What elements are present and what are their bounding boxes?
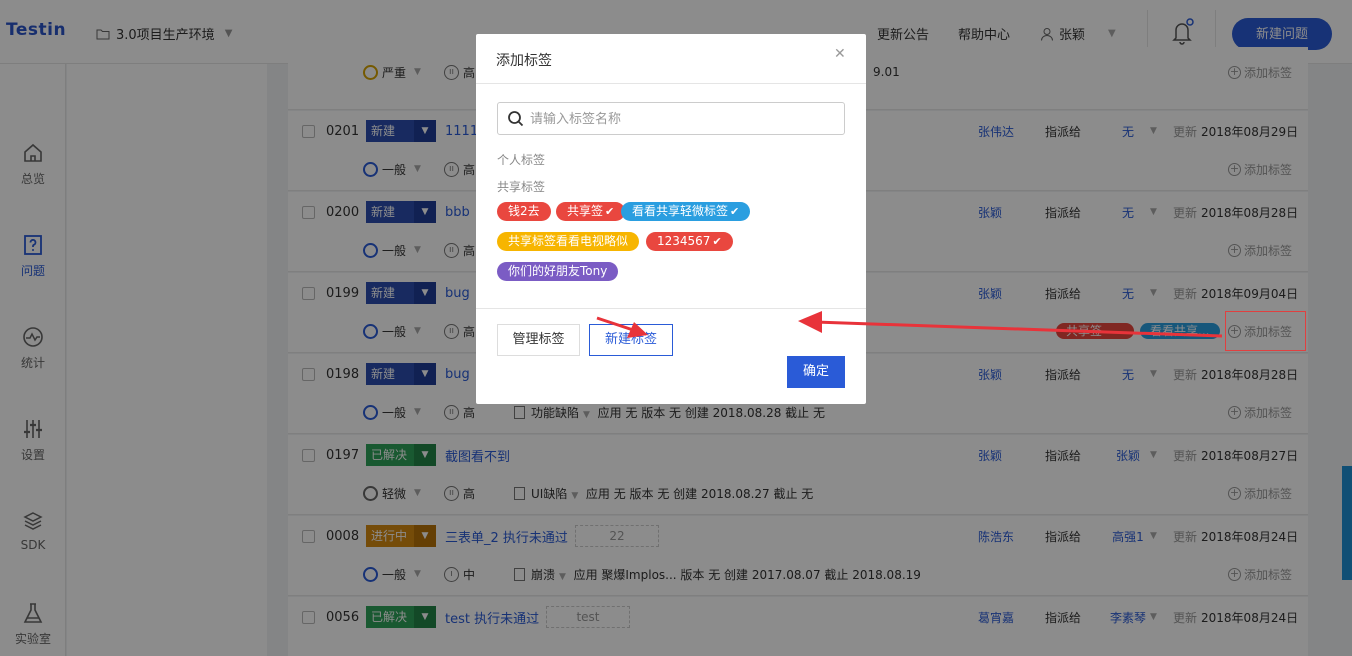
tag-chip[interactable]: 看看共享轻微标签 ✔ xyxy=(621,202,751,221)
tag-search-input[interactable] xyxy=(530,109,830,129)
tag-label: 看看共享轻微标签 xyxy=(632,204,729,218)
check-icon: ✔ xyxy=(605,205,615,218)
tag-chip[interactable]: 1234567 ✔ xyxy=(646,232,733,251)
divider xyxy=(476,308,866,309)
dialog-title: 添加标签 xyxy=(496,53,552,69)
add-tag-dialog: 添加标签 ✕ 个人标签 共享标签 钱2去 共享签✔ 看看共享轻微标签✔ 共享标签… xyxy=(476,34,866,404)
tag-chip[interactable]: 共享标签看看电视略似 xyxy=(497,232,640,251)
divider xyxy=(476,83,866,84)
check-icon: ✔ xyxy=(730,205,740,218)
tag-chip[interactable]: 钱2去 xyxy=(497,202,551,221)
tag-search-box xyxy=(497,102,845,135)
search-icon xyxy=(508,111,524,127)
tag-label: 共享标签看看电视略似 xyxy=(508,234,629,248)
close-icon[interactable]: ✕ xyxy=(834,46,846,62)
new-tag-button[interactable]: 新建标签 xyxy=(589,324,673,356)
tag-label: 共享签 xyxy=(567,204,604,218)
confirm-button[interactable]: 确定 xyxy=(787,356,845,388)
highlight-box xyxy=(1225,311,1306,351)
manage-tags-button[interactable]: 管理标签 xyxy=(497,324,580,356)
tag-chip[interactable]: 共享签 ✔ xyxy=(556,202,626,221)
shared-tags-label: 共享标签 xyxy=(497,180,546,194)
tag-label: 钱2去 xyxy=(508,204,540,218)
tag-label: 你们的好朋友Tony xyxy=(508,264,608,278)
personal-tags-label: 个人标签 xyxy=(497,153,546,167)
tag-label: 1234567 xyxy=(657,234,711,248)
check-icon: ✔ xyxy=(712,235,722,248)
tag-chip[interactable]: 你们的好朋友Tony xyxy=(497,262,619,281)
